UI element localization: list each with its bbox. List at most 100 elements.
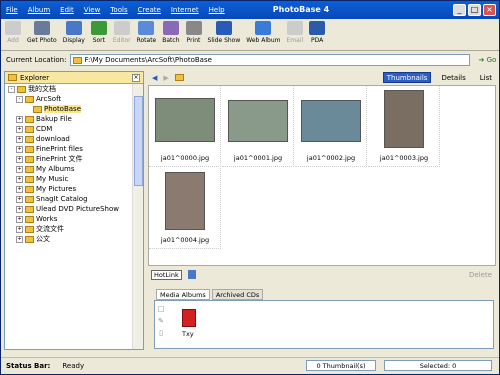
menu-view[interactable]: View <box>79 6 106 14</box>
close-button[interactable]: × <box>483 4 496 16</box>
tab-details-label: Details <box>441 73 466 82</box>
tree-item[interactable]: + Bakup File <box>5 114 133 124</box>
album-book-icon[interactable] <box>182 309 196 327</box>
expand-icon[interactable]: + <box>16 215 23 223</box>
menu-album[interactable]: Album <box>23 6 55 14</box>
tree-item[interactable]: + 公文 <box>5 234 133 244</box>
expand-icon[interactable]: + <box>16 225 23 233</box>
web-album-button[interactable]: Web Album <box>246 19 280 44</box>
printer-icon <box>185 21 202 35</box>
folder-icon <box>25 235 34 243</box>
expand-icon[interactable]: + <box>16 125 23 133</box>
location-input[interactable]: F:\My Documents\ArcSoft\PhotoBase <box>70 54 471 66</box>
explorer-close-button[interactable]: × <box>132 73 140 82</box>
menu-edit[interactable]: Edit <box>55 6 79 14</box>
add-button[interactable]: Add <box>5 19 21 44</box>
email-button[interactable]: Email <box>286 19 303 44</box>
tree-item[interactable]: + My Albums <box>5 164 133 174</box>
tree-item[interactable]: - ArcSoft <box>5 94 133 104</box>
editor-button[interactable]: Editor <box>113 19 131 44</box>
menu-file[interactable]: File <box>1 6 23 14</box>
folder-icon <box>25 165 34 173</box>
camera-icon <box>33 21 50 35</box>
slideshow-icon <box>215 21 232 35</box>
tree-item[interactable]: + download <box>5 134 133 144</box>
explorer-scrollbar[interactable] <box>132 84 143 349</box>
selected-count: Selected: 0 <box>384 360 492 371</box>
minimize-button[interactable]: _ <box>453 4 466 16</box>
menu-create[interactable]: Create <box>133 6 166 14</box>
thumbnail-item[interactable]: ja01^0001.jpg <box>222 86 294 167</box>
collapse-icon[interactable]: - <box>8 85 15 93</box>
window-title: PhotoBase 4 <box>272 5 330 14</box>
tab-details[interactable]: Details <box>437 72 469 83</box>
batch-button[interactable]: Batch <box>162 19 180 44</box>
expand-icon[interactable]: + <box>16 195 23 203</box>
tab-list[interactable]: List <box>476 72 496 83</box>
edit-album-icon[interactable]: ✎ <box>158 317 164 325</box>
tab-thumbnails[interactable]: Thumbnails <box>382 72 432 83</box>
pda-button[interactable]: PDA <box>309 19 326 44</box>
tab-media-albums[interactable]: Media Albums <box>156 289 210 300</box>
location-bar: Current Location: F:\My Documents\ArcSof… <box>1 52 499 68</box>
tree-item[interactable]: + CDM <box>5 124 133 134</box>
hotlink-button[interactable]: HotLink <box>151 269 182 280</box>
delete-album-icon[interactable]: ▯ <box>159 329 163 337</box>
tree-item[interactable]: - 我的文档 <box>5 84 133 94</box>
tree-item[interactable]: + SnagIt Catalog <box>5 194 133 204</box>
tree-item[interactable]: + 交流文件 <box>5 224 133 234</box>
expand-icon[interactable]: + <box>16 115 23 123</box>
tree-item[interactable]: + Ulead DVD PictureShow <box>5 204 133 214</box>
expand-icon[interactable]: + <box>16 205 23 213</box>
expand-icon[interactable]: + <box>16 165 23 173</box>
print-button[interactable]: Print <box>185 19 202 44</box>
tree-item-label: My Pictures <box>36 185 77 193</box>
properties-icon[interactable] <box>187 270 196 279</box>
album-name: Txy <box>182 330 194 338</box>
expand-icon[interactable]: + <box>16 135 23 143</box>
thumbnail-item[interactable]: ja01^0000.jpg <box>149 86 221 167</box>
tree-item-label: My Albums <box>36 165 75 173</box>
menu-tools[interactable]: Tools <box>105 6 132 14</box>
folder-icon <box>17 85 26 93</box>
expand-icon[interactable]: + <box>16 145 23 153</box>
tab-archived-cds[interactable]: Archived CDs <box>211 289 264 300</box>
rotate-button[interactable]: Rotate <box>137 19 156 44</box>
get-photo-button[interactable]: Get Photo <box>27 19 57 44</box>
sort-button[interactable]: Sort <box>90 19 107 44</box>
expand-icon[interactable]: + <box>16 235 23 243</box>
slide-show-button[interactable]: Slide Show <box>208 19 240 44</box>
expand-icon[interactable]: + <box>16 175 23 183</box>
maximize-button[interactable]: □ <box>468 4 481 16</box>
tree-item[interactable]: + FinePrint 文件 <box>5 154 133 164</box>
back-icon[interactable]: ◀ <box>152 74 157 82</box>
tree-item-label: My Music <box>36 175 69 183</box>
thumbnail-item[interactable]: ja01^0004.jpg <box>149 168 221 249</box>
expand-icon[interactable]: + <box>16 185 23 193</box>
forward-icon[interactable]: ▶ <box>163 74 168 82</box>
folder-icon <box>25 95 34 103</box>
menu-internet[interactable]: Internet <box>166 6 204 14</box>
tree-item[interactable]: PhotoBase <box>5 104 133 114</box>
folder-icon <box>25 175 34 183</box>
tree-item[interactable]: + FinePrint files <box>5 144 133 154</box>
tree-item[interactable]: + Works <box>5 214 133 224</box>
tree-item[interactable]: + My Pictures <box>5 184 133 194</box>
display-button[interactable]: Display <box>63 19 85 44</box>
thumbnail-item[interactable]: ja01^0002.jpg <box>295 86 367 167</box>
hotlink-bar: HotLink Delete <box>148 267 496 282</box>
tree-item-label: FinePrint files <box>36 145 83 153</box>
album-list: □ ✎ ▯ Txy <box>154 300 494 349</box>
explorer-header: Explorer × <box>5 72 143 84</box>
thumbnail-item[interactable]: ja01^0003.jpg <box>368 86 440 167</box>
expand-icon[interactable]: + <box>16 155 23 163</box>
new-album-icon[interactable]: □ <box>158 305 165 313</box>
up-folder-icon[interactable] <box>174 74 184 81</box>
tree-item-label: download <box>36 135 70 143</box>
delete-button[interactable]: Delete <box>469 271 492 279</box>
go-button[interactable]: ➔ Go <box>478 56 496 64</box>
collapse-icon[interactable]: - <box>16 95 23 103</box>
folder-icon <box>25 145 34 153</box>
tree-item[interactable]: + My Music <box>5 174 133 184</box>
menu-help[interactable]: Help <box>204 6 230 14</box>
